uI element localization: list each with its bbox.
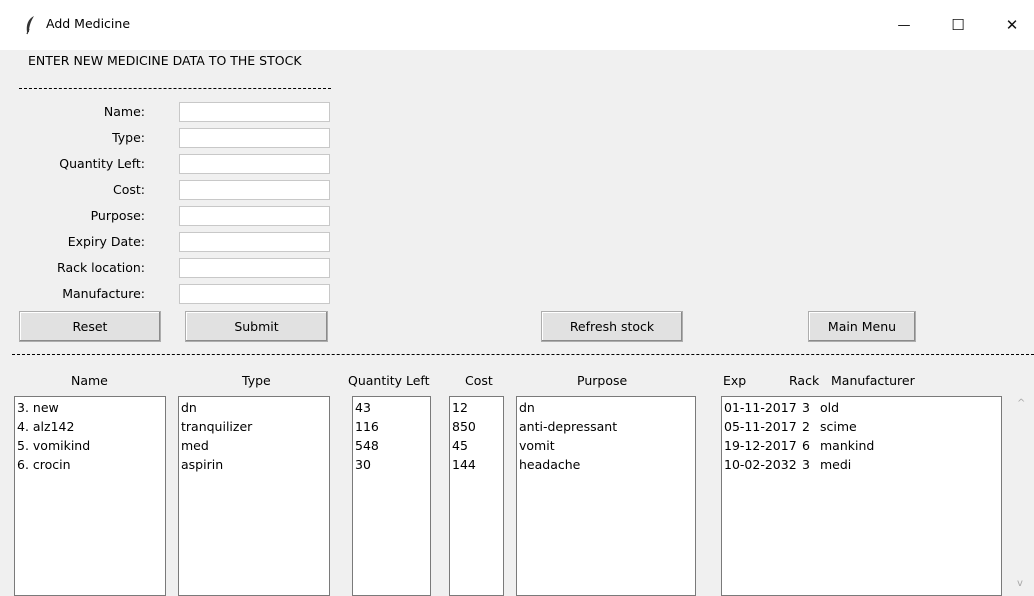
field-label: Purpose: [90, 208, 145, 223]
detail-exp: 01-11-2017 [724, 400, 797, 415]
purpose-listbox[interactable]: dn anti-depressant vomit headache [516, 396, 696, 596]
maximize-button[interactable]: ☐ [938, 8, 978, 42]
maximize-icon: ☐ [951, 16, 965, 34]
scroll-up-icon[interactable]: ^ [1017, 398, 1025, 409]
header-cost: Cost [465, 373, 493, 388]
reset-button[interactable]: Reset [19, 311, 161, 342]
list-item[interactable]: 43 [355, 398, 428, 417]
name-listbox[interactable]: 3. new 4. alz142 5. vomikind 6. crocin [14, 396, 166, 596]
list-item[interactable]: 12 [452, 398, 501, 417]
field-label: Expiry Date: [67, 234, 145, 249]
list-item[interactable]: 116 [355, 417, 428, 436]
field-label: Rack location: [57, 260, 145, 275]
header-purpose: Purpose [577, 373, 628, 388]
detail-exp: 05-11-2017 [724, 419, 797, 434]
list-item[interactable]: 5. vomikind [17, 436, 163, 455]
header-rack: Rack [789, 373, 820, 388]
field-input[interactable] [179, 154, 330, 174]
detail-manufacturer: old [820, 400, 840, 415]
detail-exp: 10-02-2032 [724, 457, 797, 472]
list-item[interactable]: med [181, 436, 327, 455]
detail-manufacturer: medi [820, 457, 852, 472]
header-manufacturer: Manufacturer [831, 373, 915, 388]
field-input[interactable] [179, 258, 330, 278]
list-item[interactable]: 10-02-2032 3 medi [724, 455, 999, 474]
list-item[interactable]: anti-depressant [519, 417, 693, 436]
list-item[interactable]: 01-11-2017 3 old [724, 398, 999, 417]
detail-rack: 6 [802, 438, 810, 453]
field-input[interactable] [179, 128, 330, 148]
scroll-down-icon[interactable]: v [1017, 578, 1023, 589]
title-bar: Add Medicine — ☐ ✕ [0, 0, 1034, 50]
form-heading: ENTER NEW MEDICINE DATA TO THE STOCK [28, 53, 302, 68]
submit-button[interactable]: Submit [185, 311, 328, 342]
list-item[interactable]: tranquilizer [181, 417, 327, 436]
field-input[interactable] [179, 284, 330, 304]
list-item[interactable]: 4. alz142 [17, 417, 163, 436]
list-item[interactable]: aspirin [181, 455, 327, 474]
close-icon: ✕ [1005, 16, 1019, 34]
quantity-listbox[interactable]: 43 116 548 30 [352, 396, 431, 596]
detail-manufacturer: scime [820, 419, 857, 434]
feather-icon [26, 16, 34, 35]
header-type: Type [242, 373, 271, 388]
field-label: Quantity Left: [59, 156, 145, 171]
list-item[interactable]: 05-11-2017 2 scime [724, 417, 999, 436]
header-name: Name [71, 373, 108, 388]
field-label: Type: [112, 130, 145, 145]
field-label: Name: [103, 104, 145, 119]
refresh-stock-button[interactable]: Refresh stock [541, 311, 683, 342]
form-divider [19, 88, 331, 89]
list-item[interactable]: 850 [452, 417, 501, 436]
detail-exp: 19-12-2017 [724, 438, 797, 453]
list-item[interactable]: 6. crocin [17, 455, 163, 474]
list-item[interactable]: dn [519, 398, 693, 417]
minimize-icon: — [897, 17, 911, 33]
list-item[interactable]: dn [181, 398, 327, 417]
vertical-scrollbar[interactable]: ^ v [1012, 395, 1034, 594]
field-input[interactable] [179, 102, 330, 122]
list-item[interactable]: 3. new [17, 398, 163, 417]
detail-rack: 3 [802, 400, 810, 415]
header-exp: Exp [723, 373, 747, 388]
field-input[interactable] [179, 206, 330, 226]
detail-manufacturer: mankind [820, 438, 875, 453]
list-item[interactable]: 45 [452, 436, 501, 455]
field-label: Manufacture: [62, 286, 145, 301]
minimize-button[interactable]: — [884, 8, 924, 42]
detail-rack: 2 [802, 419, 810, 434]
list-item[interactable]: 19-12-2017 6 mankind [724, 436, 999, 455]
cost-listbox[interactable]: 12 850 45 144 [449, 396, 504, 596]
field-label: Cost: [112, 182, 145, 197]
field-input[interactable] [179, 180, 330, 200]
list-item[interactable]: vomit [519, 436, 693, 455]
header-quantity: Quantity Left [348, 373, 430, 388]
main-menu-button[interactable]: Main Menu [808, 311, 916, 342]
type-listbox[interactable]: dn tranquilizer med aspirin [178, 396, 330, 596]
window-title: Add Medicine [46, 16, 131, 31]
list-item[interactable]: 144 [452, 455, 501, 474]
table-divider [12, 354, 1034, 355]
detail-rack: 3 [802, 457, 810, 472]
details-listbox[interactable]: 01-11-2017 3 old 05-11-2017 2 scime 19-12-2017… [721, 396, 1002, 596]
field-input[interactable] [179, 232, 330, 252]
list-item[interactable]: headache [519, 455, 693, 474]
close-button[interactable]: ✕ [992, 8, 1032, 42]
list-item[interactable]: 30 [355, 455, 428, 474]
list-item[interactable]: 548 [355, 436, 428, 455]
